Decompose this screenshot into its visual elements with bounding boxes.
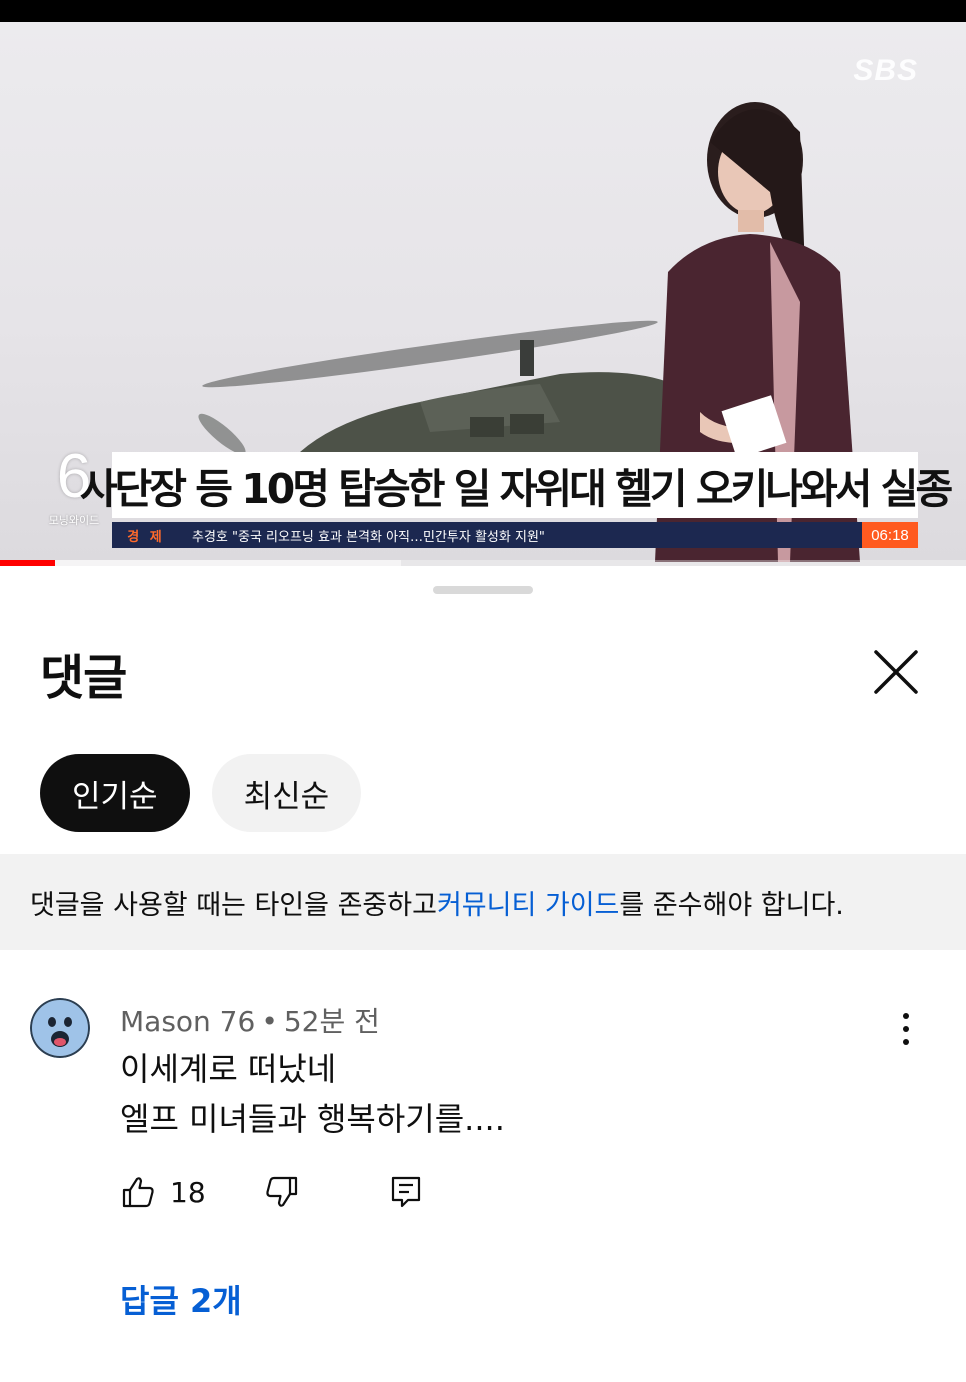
like-button[interactable] — [120, 1174, 156, 1210]
sort-chips: 인기순 최신순 — [40, 754, 362, 832]
comment-actions: 18 — [120, 1172, 424, 1212]
ticker-text: 추경호 "중국 리오프닝 효과 본격화 아직…민간투자 활성화 지원" — [192, 529, 545, 545]
comment-line: 엘프 미녀들과 행복하기를.... — [120, 1100, 505, 1138]
close-button[interactable] — [868, 644, 924, 700]
comments-sheet: 댓글 인기순 최신순 댓글을 사용할 때는 타인을 존중하고 커뮤니티 가이드 … — [0, 566, 966, 1382]
news-ticker: 경 제 추경호 "중국 리오프닝 효과 본격화 아직…민간투자 활성화 지원" … — [112, 522, 918, 548]
community-guide-link[interactable]: 커뮤니티 가이드 — [437, 883, 619, 922]
thumbs-down-icon — [265, 1176, 297, 1207]
dislike-button[interactable] — [264, 1174, 300, 1210]
guide-text-after: 를 준수해야 합니다. — [619, 889, 844, 921]
comments-title: 댓글 — [40, 650, 127, 706]
community-guide-banner: 댓글을 사용할 때는 타인을 존중하고 커뮤니티 가이드 를 준수해야 합니다. — [0, 854, 966, 950]
sbs-logo: SBS — [853, 54, 918, 87]
like-count: 18 — [170, 1175, 206, 1209]
meta-separator: • — [261, 1005, 278, 1038]
comment-author[interactable]: Mason 76 — [120, 1005, 255, 1038]
reply-button[interactable] — [388, 1174, 424, 1210]
sheet-drag-handle[interactable] — [433, 586, 533, 594]
chip-popular[interactable]: 인기순 — [40, 754, 190, 832]
guide-text-before: 댓글을 사용할 때는 타인을 존중하고 — [30, 889, 437, 921]
comment-meta: Mason 76 • 52분 전 — [120, 1000, 380, 1040]
news-headline: 사단장 등 10명 탑승한 일 자위대 헬기 오키나와서 실종 — [79, 465, 953, 513]
comment-time: 52분 전 — [283, 1005, 380, 1038]
ticker-category: 경 제 — [127, 529, 165, 545]
news-headline-bar: 사단장 등 10명 탑승한 일 자위대 헬기 오키나와서 실종 — [80, 452, 953, 518]
reply-icon — [391, 1176, 420, 1208]
replies-button[interactable]: 답글 2개 — [120, 1276, 242, 1322]
video-player[interactable]: SBS 6 모닝와이드 사단장 등 10명 탑승한 일 자위대 헬기 오키나와서… — [0, 0, 966, 566]
user-avatar-icon — [30, 998, 90, 1058]
comment-line: 이세계로 떠났네 — [120, 1050, 337, 1088]
thumbs-up-icon — [122, 1177, 154, 1208]
video-frame: SBS 6 모닝와이드 사단장 등 10명 탑승한 일 자위대 헬기 오키나와서… — [0, 22, 966, 566]
avatar[interactable] — [30, 998, 90, 1058]
close-icon — [874, 650, 918, 694]
broadcast-time: 06:18 — [862, 522, 918, 548]
chip-newest[interactable]: 최신순 — [211, 754, 362, 832]
more-vertical-icon[interactable] — [890, 1006, 922, 1052]
comment-text: 이세계로 떠났네 엘프 미녀들과 행복하기를.... — [120, 1044, 505, 1144]
